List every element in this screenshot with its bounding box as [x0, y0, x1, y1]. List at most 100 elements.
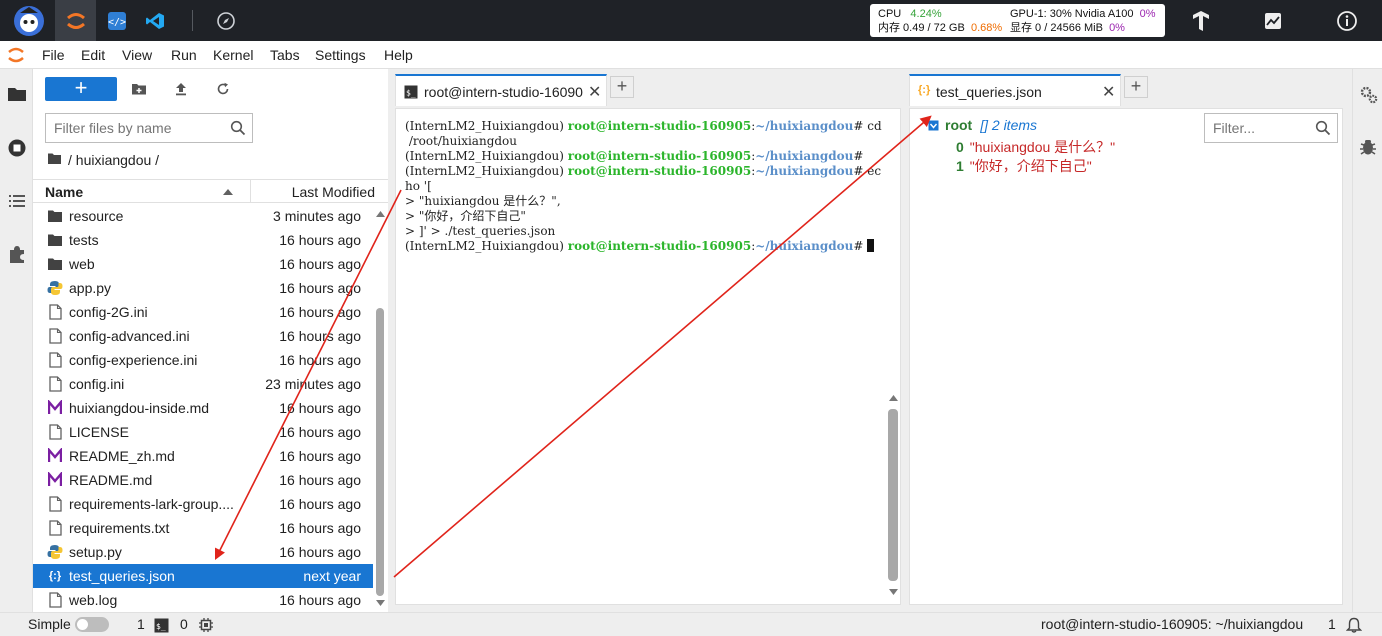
- intern-studio-logo-icon[interactable]: [8, 0, 49, 41]
- file-filter-input[interactable]: [54, 119, 224, 137]
- file-row[interactable]: config-advanced.ini 16 hours ago: [33, 324, 373, 348]
- menu-tabs[interactable]: Tabs: [270, 47, 300, 63]
- file-row[interactable]: web 16 hours ago: [33, 252, 373, 276]
- file-row[interactable]: config-experience.ini 16 hours ago: [33, 348, 373, 372]
- code-server-icon[interactable]: </>: [96, 0, 137, 41]
- status-current-path: root@intern-studio-160905: ~/huixiangdou: [1041, 616, 1304, 632]
- vscode-icon[interactable]: [134, 0, 175, 41]
- terminal-status-icon[interactable]: $_: [154, 618, 169, 636]
- terminal-output[interactable]: (InternLM2_Huixiangdou) root@intern-stud…: [405, 119, 882, 254]
- scroll-up-icon[interactable]: [376, 211, 385, 217]
- main-dock-area: $_ root@intern-studio-16090 ✕ + {:} test…: [388, 69, 1352, 612]
- menu-bar: File Edit View Run Kernel Tabs Settings …: [0, 41, 1382, 69]
- scroll-down-icon[interactable]: [376, 600, 385, 606]
- column-divider[interactable]: [250, 180, 251, 202]
- file-row[interactable]: setup.py 16 hours ago: [33, 540, 373, 564]
- file-browser-folder-icon[interactable]: [0, 79, 33, 109]
- json-item[interactable]: 1 "你好，介绍下自己": [956, 156, 1092, 176]
- info-icon[interactable]: [1326, 0, 1367, 41]
- file-list-scrollbar[interactable]: [373, 204, 388, 612]
- terminal-env: (InternLM2_Huixiangdou): [405, 164, 568, 178]
- cpu-chip-icon[interactable]: [198, 617, 214, 636]
- new-folder-icon[interactable]: [125, 77, 153, 101]
- file-row[interactable]: requirements.txt 16 hours ago: [33, 516, 373, 540]
- terminal-scroll-up-icon[interactable]: [889, 395, 898, 401]
- jupyter-logo-icon[interactable]: [7, 45, 25, 68]
- menu-file[interactable]: File: [42, 47, 65, 63]
- folder-icon: [47, 208, 63, 224]
- debugger-bug-icon[interactable]: [1359, 137, 1377, 160]
- extensions-puzzle-icon[interactable]: [0, 239, 33, 269]
- menu-settings[interactable]: Settings: [315, 47, 366, 63]
- simple-mode-toggle[interactable]: [75, 617, 109, 632]
- terminal-command: # ec: [853, 164, 882, 178]
- file-row[interactable]: requirements-lark-group.... 16 hours ago: [33, 492, 373, 516]
- file-name: config.ini: [69, 376, 125, 392]
- close-json-tab-icon[interactable]: ✕: [1102, 82, 1115, 102]
- json-root-node[interactable]: root [] 2 items: [928, 117, 1037, 134]
- json-filter-input[interactable]: [1213, 119, 1309, 137]
- file-row[interactable]: huixiangdou-inside.md 16 hours ago: [33, 396, 373, 420]
- file-modified: 16 hours ago: [279, 496, 361, 512]
- new-launcher-button[interactable]: +: [45, 77, 117, 101]
- file-modified: 16 hours ago: [279, 592, 361, 608]
- menu-view[interactable]: View: [122, 47, 152, 63]
- menu-kernel[interactable]: Kernel: [213, 47, 253, 63]
- json-icon: {:}: [48, 570, 62, 582]
- add-tab-button-right[interactable]: +: [1124, 76, 1148, 98]
- terminal-line: > "huixiangdou 是什么？",: [405, 194, 882, 209]
- upload-icon[interactable]: [167, 77, 195, 101]
- refresh-icon[interactable]: [209, 77, 237, 101]
- file-row[interactable]: config.ini 23 minutes ago: [33, 372, 373, 396]
- file-row[interactable]: resource 3 minutes ago: [33, 204, 373, 228]
- file-row[interactable]: app.py 16 hours ago: [33, 276, 373, 300]
- file-row[interactable]: tests 16 hours ago: [33, 228, 373, 252]
- tab-test-queries-json[interactable]: {:} test_queries.json ✕: [909, 74, 1121, 106]
- running-kernels-stop-icon[interactable]: [0, 133, 33, 163]
- terminal-env: (InternLM2_Huixiangdou): [405, 239, 568, 253]
- file-row[interactable]: README_zh.md 16 hours ago: [33, 444, 373, 468]
- file-icon: [47, 304, 63, 320]
- svg-text:$_: $_: [406, 89, 416, 98]
- status-notification-count[interactable]: 1: [1328, 616, 1336, 632]
- terminal-count[interactable]: 0: [180, 616, 188, 632]
- file-modified: 23 minutes ago: [265, 376, 361, 392]
- json-item[interactable]: 0 "huixiangdou 是什么？": [956, 137, 1115, 157]
- terminal-panel[interactable]: (InternLM2_Huixiangdou) root@intern-stud…: [395, 108, 901, 605]
- terminal-text: /root/huixiangdou: [405, 134, 518, 148]
- file-row[interactable]: LICENSE 16 hours ago: [33, 420, 373, 444]
- svg-text:$_: $_: [156, 622, 166, 631]
- monitor-chart-icon[interactable]: [1252, 0, 1293, 41]
- property-inspector-gears-icon[interactable]: [1359, 85, 1379, 108]
- expand-toggle-icon[interactable]: [928, 118, 939, 134]
- folder-icon: [47, 256, 63, 272]
- table-of-contents-list-icon[interactable]: [0, 186, 33, 216]
- kernel-count[interactable]: 1: [137, 616, 145, 632]
- compass-icon[interactable]: [205, 0, 246, 41]
- notification-bell-icon[interactable]: [1345, 617, 1363, 636]
- terminal-path: ~/huixiangdou: [755, 119, 854, 133]
- tensorflow-icon[interactable]: [1180, 0, 1221, 41]
- file-list-scroll-thumb[interactable]: [376, 308, 384, 596]
- menu-edit[interactable]: Edit: [81, 47, 105, 63]
- menu-run[interactable]: Run: [171, 47, 197, 63]
- terminal-scroll-down-icon[interactable]: [889, 589, 898, 595]
- breadcrumb-folder-icon[interactable]: [47, 152, 62, 168]
- jupyter-app-icon[interactable]: [55, 0, 96, 41]
- column-name-header[interactable]: Name: [45, 184, 83, 200]
- file-icon: [47, 328, 63, 344]
- file-row[interactable]: web.log 16 hours ago: [33, 588, 373, 612]
- file-name: web: [69, 256, 95, 272]
- file-row[interactable]: README.md 16 hours ago: [33, 468, 373, 492]
- tab-terminal[interactable]: $_ root@intern-studio-16090 ✕: [395, 74, 607, 106]
- file-icon: [47, 592, 63, 608]
- terminal-icon: $_: [404, 85, 418, 102]
- column-modified-header[interactable]: Last Modified: [292, 184, 375, 200]
- file-row[interactable]: {:} test_queries.json next year: [33, 564, 373, 588]
- menu-help[interactable]: Help: [384, 47, 413, 63]
- terminal-scroll-thumb[interactable]: [888, 409, 898, 581]
- file-row[interactable]: config-2G.ini 16 hours ago: [33, 300, 373, 324]
- breadcrumb-path[interactable]: / huixiangdou /: [68, 152, 159, 168]
- close-terminal-tab-icon[interactable]: ✕: [588, 82, 601, 102]
- add-tab-button-left[interactable]: +: [610, 76, 634, 98]
